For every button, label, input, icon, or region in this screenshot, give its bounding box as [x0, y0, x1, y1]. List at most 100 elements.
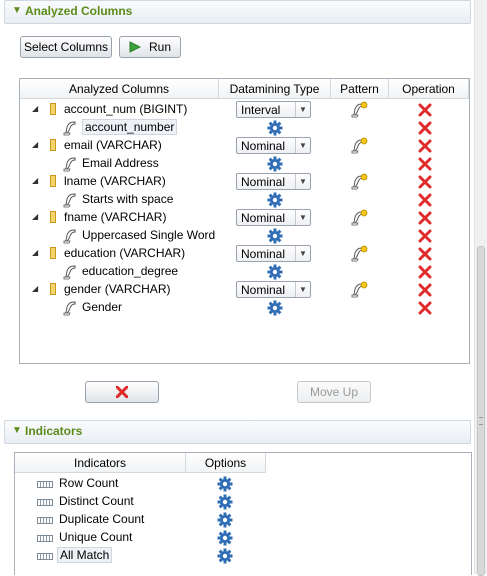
regex-pattern-icon — [62, 156, 78, 172]
run-button[interactable]: Run — [119, 36, 181, 58]
remove-button[interactable] — [85, 381, 159, 403]
column-row[interactable]: ◢ fname (VARCHAR) Nominal ▼ — [20, 209, 469, 227]
indicators-table[interactable]: Indicators Options Row Count Distinct Cou… — [14, 452, 472, 575]
delete-pattern-icon[interactable] — [418, 265, 432, 279]
ruler-icon — [37, 517, 53, 524]
pattern-row[interactable]: account_number — [20, 119, 469, 137]
delete-pattern-icon[interactable] — [418, 229, 432, 243]
gear-icon[interactable] — [267, 300, 283, 316]
column-row[interactable]: ◢ gender (VARCHAR) Nominal ▼ — [20, 281, 469, 299]
expand-icon[interactable]: ◢ — [32, 284, 38, 293]
expand-icon[interactable]: ◢ — [32, 212, 38, 221]
datamining-type-value: Nominal — [241, 283, 286, 297]
chevron-down-icon[interactable]: ▼ — [295, 246, 310, 261]
delete-pattern-icon[interactable] — [418, 157, 432, 171]
move-up-button[interactable]: Move Up — [297, 381, 371, 403]
gear-icon[interactable] — [217, 476, 233, 492]
pattern-row[interactable]: Uppercased Single Word — [20, 227, 469, 245]
gear-icon[interactable] — [267, 264, 283, 280]
header-indicators[interactable]: Indicators — [15, 453, 186, 473]
scrollbar-thumb[interactable] — [477, 246, 485, 576]
gear-icon[interactable] — [267, 192, 283, 208]
pattern-row[interactable]: Email Address — [20, 155, 469, 173]
ruler-icon — [37, 481, 53, 488]
datamining-type-value: Nominal — [241, 211, 286, 225]
gear-icon[interactable] — [267, 120, 283, 136]
gear-icon[interactable] — [217, 512, 233, 528]
vertical-scrollbar[interactable] — [474, 0, 487, 576]
delete-column-icon[interactable] — [418, 211, 432, 225]
expand-icon[interactable]: ◢ — [32, 176, 38, 185]
delete-column-icon[interactable] — [418, 139, 432, 153]
indicators-section-header[interactable]: ▼ Indicators — [4, 420, 471, 444]
play-icon — [129, 41, 141, 53]
datamining-type-select[interactable]: Nominal ▼ — [236, 281, 311, 298]
gear-icon[interactable] — [267, 156, 283, 172]
delete-column-icon[interactable] — [418, 247, 432, 261]
delete-pattern-icon[interactable] — [418, 121, 432, 135]
header-datamining-type[interactable]: Datamining Type — [219, 79, 331, 99]
expand-icon[interactable]: ◢ — [32, 104, 38, 113]
column-row[interactable]: ◢ account_num (BIGINT) Interval ▼ — [20, 101, 469, 119]
add-pattern-icon[interactable] — [350, 173, 368, 191]
delete-pattern-icon[interactable] — [418, 193, 432, 207]
chevron-down-icon[interactable]: ▼ — [295, 174, 310, 189]
chevron-down-icon[interactable]: ▼ — [295, 102, 310, 117]
analyzed-columns-section-header[interactable]: ▼ Analyzed Columns — [4, 0, 471, 24]
column-row[interactable]: ◢ lname (VARCHAR) Nominal ▼ — [20, 173, 469, 191]
header-options[interactable]: Options — [186, 453, 266, 473]
add-pattern-icon[interactable] — [350, 245, 368, 263]
add-pattern-icon[interactable] — [350, 101, 368, 119]
column-row[interactable]: ◢ education (VARCHAR) Nominal ▼ — [20, 245, 469, 263]
expand-icon[interactable]: ◢ — [32, 140, 38, 149]
column-name: fname (VARCHAR) — [64, 210, 167, 224]
delete-pattern-icon[interactable] — [418, 301, 432, 315]
indicator-row[interactable]: Distinct Count — [15, 493, 471, 511]
indicator-row[interactable]: Row Count — [15, 475, 471, 493]
gear-icon[interactable] — [217, 548, 233, 564]
chevron-down-icon[interactable]: ▼ — [295, 138, 310, 153]
indicator-row[interactable]: Duplicate Count — [15, 511, 471, 529]
chevron-down-icon[interactable]: ▼ — [295, 210, 310, 225]
section-collapse-icon[interactable]: ▼ — [12, 5, 22, 16]
indicator-row[interactable]: Unique Count — [15, 529, 471, 547]
pattern-name: Email Address — [82, 156, 159, 170]
datamining-type-select[interactable]: Nominal ▼ — [236, 209, 311, 226]
analyzed-columns-table[interactable]: Analyzed Columns Datamining Type Pattern… — [19, 78, 470, 364]
header-pattern[interactable]: Pattern — [331, 79, 389, 99]
datamining-type-select[interactable]: Nominal ▼ — [236, 173, 311, 190]
column-icon — [50, 247, 56, 259]
delete-column-icon[interactable] — [418, 103, 432, 117]
gear-icon[interactable] — [267, 228, 283, 244]
datamining-type-select[interactable]: Nominal ▼ — [236, 137, 311, 154]
pattern-name: Starts with space — [82, 192, 174, 206]
datamining-type-value: Interval — [241, 103, 281, 117]
ruler-icon — [37, 535, 53, 542]
column-icon — [50, 283, 56, 295]
column-name: account_num (BIGINT) — [64, 102, 188, 116]
delete-column-icon[interactable] — [418, 175, 432, 189]
header-analyzed-columns[interactable]: Analyzed Columns — [20, 79, 219, 99]
add-pattern-icon[interactable] — [350, 137, 368, 155]
pattern-row[interactable]: Starts with space — [20, 191, 469, 209]
indicator-label: Row Count — [59, 476, 119, 490]
gear-icon[interactable] — [217, 530, 233, 546]
column-name: education (VARCHAR) — [64, 246, 186, 260]
column-row[interactable]: ◢ email (VARCHAR) Nominal ▼ — [20, 137, 469, 155]
pattern-row[interactable]: Gender — [20, 299, 469, 317]
header-operation[interactable]: Operation — [389, 79, 469, 99]
indicator-row[interactable]: All Match — [15, 547, 471, 565]
section-collapse-icon[interactable]: ▼ — [12, 425, 22, 436]
chevron-down-icon[interactable]: ▼ — [295, 282, 310, 297]
gear-icon[interactable] — [217, 494, 233, 510]
add-pattern-icon[interactable] — [350, 209, 368, 227]
expand-icon[interactable]: ◢ — [32, 248, 38, 257]
datamining-type-select[interactable]: Interval ▼ — [236, 101, 311, 118]
datamining-type-select[interactable]: Nominal ▼ — [236, 245, 311, 262]
add-pattern-icon[interactable] — [350, 281, 368, 299]
delete-column-icon[interactable] — [418, 283, 432, 297]
pattern-row[interactable]: education_degree — [20, 263, 469, 281]
indicator-label: Unique Count — [59, 530, 133, 544]
select-columns-button[interactable]: Select Columns — [20, 36, 112, 58]
datamining-type-value: Nominal — [241, 139, 286, 153]
